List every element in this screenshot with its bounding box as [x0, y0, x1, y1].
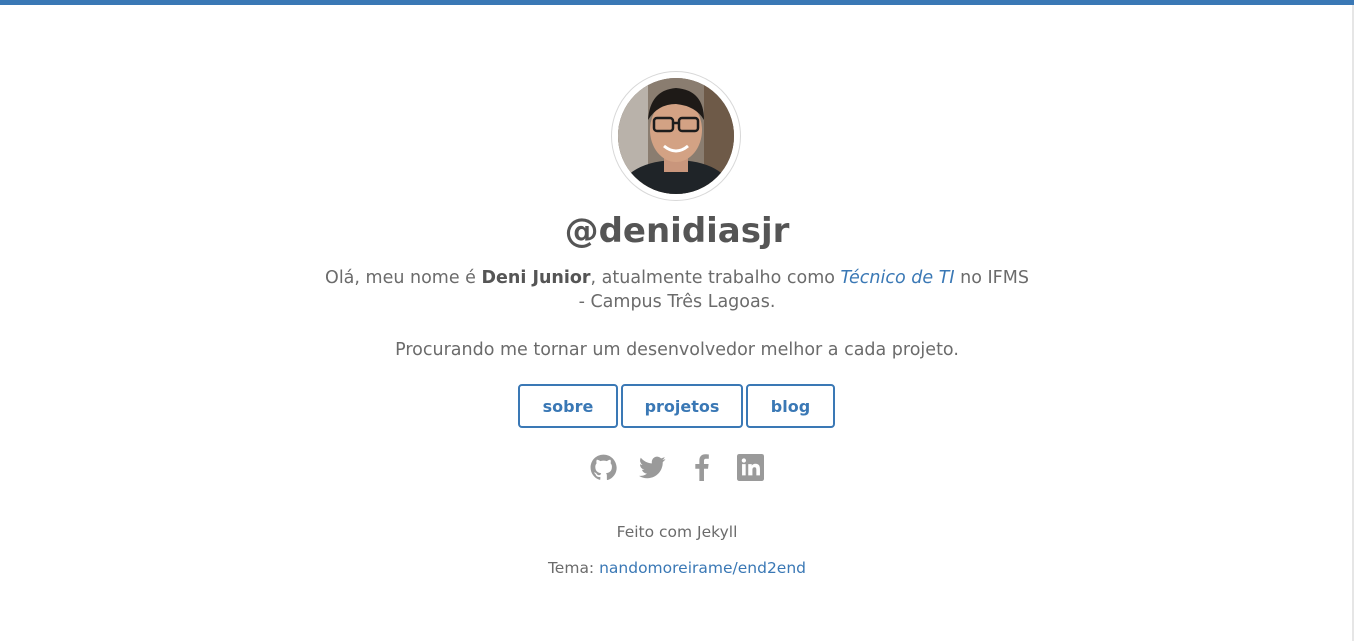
tagline: Procurando me tornar um desenvolvedor me…	[395, 340, 959, 360]
top-accent-bar	[0, 0, 1354, 5]
profile-handle: @denidiasjr	[564, 211, 790, 251]
avatar-photo	[618, 78, 734, 194]
bio-prefix: Olá, meu nome é	[325, 268, 482, 288]
twitter-icon[interactable]	[638, 453, 666, 481]
bio-name: Deni Junior	[481, 268, 591, 288]
bio-middle: , atualmente trabalho como	[590, 268, 841, 288]
facebook-icon[interactable]	[687, 453, 715, 481]
bio-text: Olá, meu nome é Deni Junior, atualmente …	[297, 266, 1057, 314]
footer-made-with: Feito com Jekyll	[616, 523, 738, 541]
footer-theme: Tema: nandomoreirame/end2end	[0, 556, 1354, 580]
footer-theme-link[interactable]: nandomoreirame/end2end	[599, 559, 806, 577]
github-icon[interactable]	[589, 453, 617, 481]
bio-role: Técnico de TI	[840, 268, 955, 288]
nav-button-projetos[interactable]: projetos	[621, 384, 743, 428]
nav-button-sobre[interactable]: sobre	[518, 384, 618, 428]
bio-suffix-line1: no IFMS	[954, 268, 1029, 288]
footer-theme-label: Tema:	[547, 559, 600, 577]
bio-suffix-line2: - Campus Três Lagoas.	[578, 292, 776, 312]
avatar	[611, 71, 741, 201]
nav-button-blog[interactable]: blog	[746, 384, 835, 428]
linkedin-icon[interactable]	[736, 453, 764, 481]
social-links	[589, 453, 785, 481]
nav-buttons: sobre projetos blog	[518, 384, 835, 428]
